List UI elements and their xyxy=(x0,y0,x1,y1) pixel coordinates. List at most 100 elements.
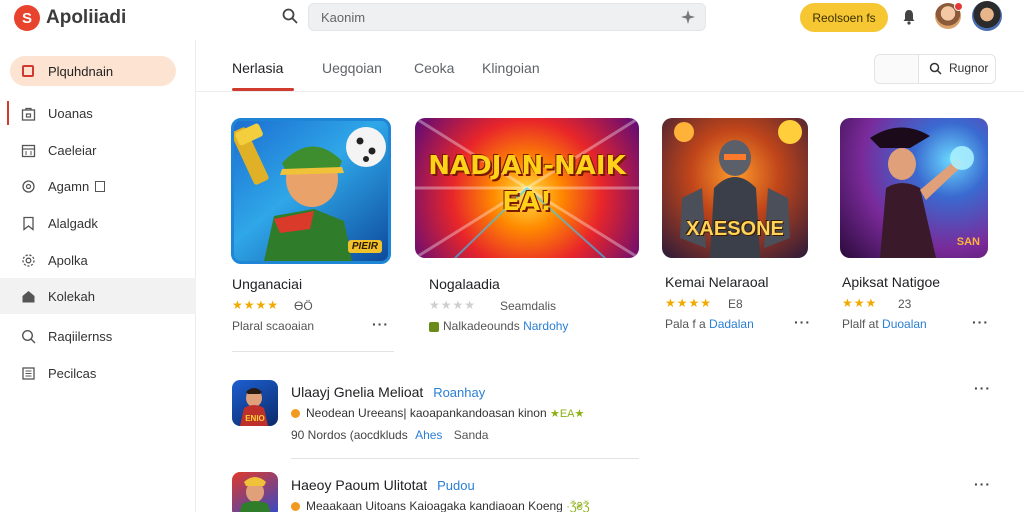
thumbnail-title-art: NADJAN-NAIKEA! xyxy=(428,151,626,217)
filter-control: Rugnor xyxy=(874,54,996,84)
sidebar-item-library[interactable]: Pecilcas xyxy=(0,355,196,391)
bookmark-icon xyxy=(20,215,36,231)
sidebar-item-games[interactable]: Agamn xyxy=(0,168,196,204)
game-card[interactable]: SAN xyxy=(840,118,988,258)
rating-stars: ★★★ xyxy=(842,296,878,310)
list-item-link[interactable]: Roanhay xyxy=(433,385,485,400)
app-thumbnail-art xyxy=(239,477,271,512)
game-title[interactable]: Nogalaadia xyxy=(429,276,500,292)
meta-link[interactable]: Duoalan xyxy=(882,317,927,331)
tab-klingoian[interactable]: Klingoian xyxy=(482,60,540,76)
meta-prefix: Pala f a xyxy=(665,317,706,331)
tab-bar: Nerlasia Uegqoian Ceoka Klingoian Rugnor xyxy=(196,40,1024,92)
sidebar-item-label: Agamn xyxy=(48,178,90,194)
thumbnail-title-art: XAESONE xyxy=(686,218,784,240)
filter-button-label: Rugnor xyxy=(949,61,989,75)
tab-ceoka[interactable]: Ceoka xyxy=(414,60,454,76)
game-title[interactable]: Unganaciai xyxy=(232,276,302,292)
more-options-icon[interactable]: ··· xyxy=(974,476,991,492)
home-icon xyxy=(22,65,34,77)
primary-action-button[interactable]: Reolsoen fs xyxy=(800,3,888,32)
sidebar-item-store[interactable]: Uoanas xyxy=(0,95,196,131)
app-name[interactable]: Apoliiadi xyxy=(46,7,126,29)
thumbnail-badge: SAN xyxy=(956,236,980,248)
rating-stars: ★★★★ xyxy=(429,298,477,312)
list-item-description: Neodean Ureeans| kaoapankandoasan kinon … xyxy=(291,406,584,420)
rating-stars: ·Ǯ₴Ǯ xyxy=(566,501,590,512)
sidebar-item-label: Caeleiar xyxy=(48,142,97,158)
list-item[interactable]: Haeoy Paoum Ulitotat Pudou xyxy=(291,477,475,493)
profile-avatar[interactable] xyxy=(972,1,1002,31)
meta-link[interactable]: Ahes xyxy=(415,428,442,442)
active-tab-indicator xyxy=(232,88,294,91)
rating-score: 23 xyxy=(898,297,912,311)
game-card[interactable]: NADJAN-NAIKEA! xyxy=(415,118,639,258)
game-thumbnail[interactable]: PIEIR xyxy=(231,118,391,264)
meta-prefix: Nalkadeounds xyxy=(443,319,520,333)
meta-link[interactable]: Nardohy xyxy=(523,319,568,333)
sidebar-item-saved[interactable]: Alalgadk xyxy=(0,205,196,241)
filter-button[interactable]: Rugnor xyxy=(929,61,988,75)
rating-score: Seamdalis xyxy=(500,299,557,313)
sidebar-item-home[interactable]: Plquhdnain xyxy=(10,56,176,86)
rating-score: ƟÖ xyxy=(294,299,313,313)
notification-dot xyxy=(954,2,963,11)
user-avatar[interactable] xyxy=(935,2,963,29)
more-options-icon[interactable]: ··· xyxy=(972,314,989,330)
game-meta: Pala f a Dadalan xyxy=(665,317,754,331)
thumbnail-badge: PIEIR xyxy=(347,240,382,253)
library-icon xyxy=(20,365,36,381)
game-card[interactable]: PIEIR xyxy=(231,118,391,264)
store-icon xyxy=(20,105,36,121)
search-icon xyxy=(929,62,942,75)
sparkle-icon[interactable] xyxy=(681,10,695,24)
sidebar-item-search[interactable]: Raqiilernss xyxy=(0,318,196,354)
more-options-icon[interactable]: ··· xyxy=(974,380,991,396)
sidebar-item-label: Alalgadk xyxy=(48,215,98,231)
list-item-title[interactable]: Ulaayj Gnelia Melioat xyxy=(291,384,423,400)
list-item-description: Meaakaan Uitoans Kaioagaka kandiaoan Koe… xyxy=(291,499,589,512)
game-title[interactable]: Apiksat Natigoe xyxy=(842,274,940,290)
tab-nerlasia[interactable]: Nerlasia xyxy=(232,60,283,76)
more-options-icon[interactable]: ··· xyxy=(794,314,811,330)
sidebar-item-label: Pecilcas xyxy=(48,365,97,381)
sidebar-item-apps[interactable]: Apolka xyxy=(0,242,196,278)
orange-dot-icon xyxy=(291,409,300,419)
game-title[interactable]: Kemai Nelaraoal xyxy=(665,274,769,290)
description-text: Meaakaan Uitoans Kaioagaka kandiaoan Koe… xyxy=(306,499,563,512)
box-icon xyxy=(95,180,106,192)
logo-glyph: S xyxy=(21,9,32,27)
game-thumbnail[interactable]: XAESONE xyxy=(662,118,808,258)
sidebar: Plquhdnain Uoanas Caeleiar Agamn Alalgad… xyxy=(0,40,196,512)
sidebar-item-calendar[interactable]: Caeleiar xyxy=(0,132,196,168)
game-thumbnail[interactable]: NADJAN-NAIKEA! xyxy=(415,118,639,258)
list-item-title[interactable]: Haeoy Paoum Ulitotat xyxy=(291,477,427,493)
tab-uegqoian[interactable]: Uegqoian xyxy=(322,60,382,76)
search-icon[interactable] xyxy=(282,8,298,24)
game-meta: Plaral scaoaian xyxy=(232,319,315,333)
more-options-icon[interactable]: ··· xyxy=(372,316,389,332)
game-meta: Nalkadeounds Nardohy xyxy=(429,319,568,333)
top-bar: S Apoliiadi Reolsoen fs xyxy=(0,0,1024,38)
filter-toggle[interactable] xyxy=(875,55,919,83)
app-logo[interactable]: S xyxy=(14,5,40,31)
sidebar-item-label: Kolekah xyxy=(48,288,95,304)
meta-prefix: 90 Nordos (aocdkluds xyxy=(291,428,408,442)
search-input[interactable] xyxy=(309,4,649,30)
orange-dot-icon xyxy=(291,502,300,512)
sidebar-item-label: Apolka xyxy=(48,252,88,268)
list-item-link[interactable]: Pudou xyxy=(437,478,475,493)
list-item-meta: 90 Nordos (aocdkluds Ahes Sanda xyxy=(291,428,488,442)
sidebar-item-collections[interactable]: Kolekah xyxy=(0,278,196,314)
meta-suffix: Sanda xyxy=(453,428,489,442)
game-card[interactable]: XAESONE xyxy=(662,118,808,258)
notification-bell-icon[interactable] xyxy=(902,9,916,25)
list-item[interactable]: Ulaayj Gnelia Melioat Roanhay xyxy=(291,384,485,400)
list-item-icon[interactable]: ENIO xyxy=(232,380,278,426)
gamepad-icon xyxy=(20,178,36,194)
list-item-icon[interactable] xyxy=(232,472,278,512)
search-bar xyxy=(308,3,706,31)
divider xyxy=(232,351,394,352)
game-thumbnail[interactable]: SAN xyxy=(840,118,988,258)
meta-link[interactable]: Dadalan xyxy=(709,317,754,331)
